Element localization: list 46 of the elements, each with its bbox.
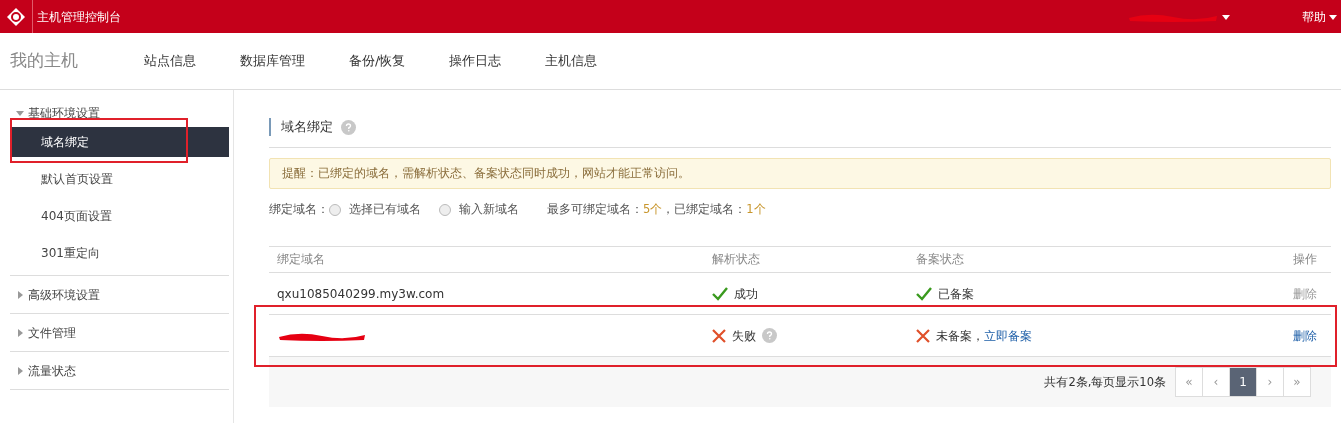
column-header: 解析状态 <box>712 251 761 269</box>
radio-label[interactable]: 输入新域名 <box>459 201 519 219</box>
caret-icon <box>1329 12 1337 21</box>
sidebar-group[interactable]: 高级环境设置 <box>10 276 229 313</box>
bind-label: 绑定域名： <box>269 201 329 218</box>
sidebar-item[interactable]: 301重定向 <box>12 238 229 268</box>
sidebar-item[interactable]: 默认首页设置 <box>12 164 229 194</box>
status-text: 成功 <box>734 285 758 303</box>
help-icon[interactable] <box>341 119 356 135</box>
sidebar-item[interactable]: 404页面设置 <box>12 201 229 231</box>
radio-label[interactable]: 选择已有域名 <box>349 201 421 219</box>
logo-icon <box>6 6 26 27</box>
nav-tab[interactable]: 数据库管理 <box>240 51 305 71</box>
notice-banner: 提醒：已绑定的域名，需解析状态、备案状态同时成功，网站才能正常访问。 <box>269 158 1331 189</box>
console-title: 主机管理控制台 <box>37 8 121 26</box>
help-menu[interactable]: 帮助 <box>1302 7 1326 26</box>
nav-tab[interactable]: 操作日志 <box>449 51 502 71</box>
delete-link[interactable]: 删除 <box>1293 328 1317 343</box>
record-link[interactable]: 立即备案 <box>984 326 1032 345</box>
nav-tab[interactable]: 主机信息 <box>545 51 598 71</box>
nav-tab[interactable]: 站点信息 <box>144 51 196 71</box>
caret-icon <box>16 328 24 337</box>
domain-cell-text: qxu1085040299.my3w.com <box>277 285 445 303</box>
caret-icon <box>16 108 24 117</box>
sidebar-group[interactable]: 文件管理 <box>10 314 229 351</box>
page-title: 我的主机 <box>10 49 79 73</box>
status-text: 已备案 <box>938 285 974 303</box>
section-title: 域名绑定 <box>281 118 333 137</box>
help-icon[interactable] <box>762 328 777 344</box>
status-text: 失败 <box>732 327 756 345</box>
nav-tab[interactable]: 备份/恢复 <box>349 51 406 71</box>
pagination-summary: 共有2条,每页显示10条 <box>1044 373 1166 391</box>
status-text: 未备案， <box>936 327 984 345</box>
sidebar-group[interactable]: 基础环境设置 <box>10 98 229 127</box>
limit-text: 最多可绑定域名：5个，已绑定域名：1个 <box>547 201 766 218</box>
radio-button[interactable] <box>329 203 341 216</box>
caret-icon <box>16 290 24 299</box>
column-header: 绑定域名 <box>277 251 326 269</box>
column-header: 备案状态 <box>916 251 965 269</box>
column-header: 操作 <box>1292 251 1318 269</box>
page-button[interactable]: 1 <box>1229 367 1257 398</box>
caret-icon <box>1222 12 1230 21</box>
sidebar-item[interactable]: 域名绑定 <box>12 127 229 157</box>
sidebar-group[interactable]: 流量状态 <box>10 352 229 389</box>
caret-icon <box>16 366 24 375</box>
radio-button[interactable] <box>439 203 451 216</box>
